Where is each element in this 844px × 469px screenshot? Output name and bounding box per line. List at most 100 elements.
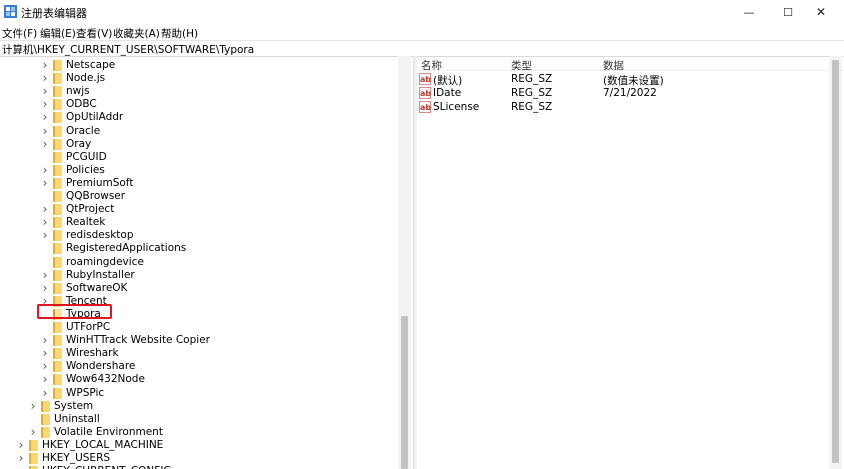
tree-node[interactable]: › WPSPic (0, 387, 398, 400)
values-scrollbar[interactable] (829, 56, 842, 469)
menu-favorites[interactable]: 收藏夹(A) (113, 26, 160, 41)
tree-node[interactable]: › Realtek (0, 216, 398, 229)
tree-node[interactable]: QQBrowser (0, 190, 398, 203)
folder-icon (53, 374, 62, 386)
tree-node[interactable]: › redisdesktop (0, 229, 398, 242)
chevron-right-icon[interactable]: › (40, 387, 50, 399)
chevron-right-icon[interactable]: › (40, 203, 50, 215)
folder-icon (53, 164, 62, 176)
value-type: REG_SZ (511, 87, 553, 99)
tree-node-label: Oray (66, 137, 92, 150)
menu-view[interactable]: 查看(V) (76, 26, 112, 41)
values-scrollbar-thumb[interactable] (832, 60, 839, 463)
tree-node-label: Oracle (66, 124, 101, 137)
value-row[interactable]: ab (默认) REG_SZ (数值未设置) (419, 73, 839, 87)
chevron-right-icon[interactable]: › (40, 111, 50, 123)
folder-icon (53, 361, 62, 373)
menu-edit[interactable]: 编辑(E) (40, 26, 76, 41)
tree-node-label: Uninstall (54, 412, 100, 425)
tree-node-label: Volatile Environment (54, 425, 163, 438)
tree-node[interactable]: › Wow6432Node (0, 373, 398, 386)
chevron-right-icon[interactable]: › (40, 282, 50, 294)
tree-node[interactable]: PCGUID (0, 151, 398, 164)
tree-node-label: OpUtilAddr (66, 111, 124, 124)
tree-node[interactable]: UTForPC (0, 321, 398, 334)
tree-node[interactable]: › SoftwareOK (0, 282, 398, 295)
tree-node[interactable]: › QtProject (0, 203, 398, 216)
chevron-right-icon[interactable]: › (40, 373, 50, 385)
chevron-right-icon[interactable]: › (40, 98, 50, 110)
value-row[interactable]: ab IDate REG_SZ 7/21/2022 (419, 87, 839, 100)
tree-node[interactable]: › Node.js (0, 72, 398, 85)
close-button[interactable]: ✕ (798, 0, 844, 24)
chevron-right-icon[interactable]: › (40, 59, 50, 71)
chevron-right-icon[interactable]: › (40, 229, 50, 241)
tree-node[interactable]: › Volatile Environment (0, 426, 398, 439)
chevron-right-icon[interactable]: › (40, 164, 50, 176)
chevron-right-icon[interactable]: › (16, 465, 26, 469)
chevron-right-icon[interactable]: › (16, 439, 26, 451)
tree-node[interactable]: RegisteredApplications (0, 242, 398, 255)
tree-node-label: Wow6432Node (66, 373, 145, 386)
chevron-right-icon[interactable]: › (40, 177, 50, 189)
tree-node[interactable]: › HKEY_CURRENT_CONFIG (0, 465, 398, 469)
value-type: REG_SZ (511, 101, 553, 113)
tree-node-label: RubyInstaller (66, 268, 135, 281)
tree-scrollbar-thumb[interactable] (401, 316, 408, 469)
chevron-right-icon[interactable]: › (40, 138, 50, 150)
menu-file[interactable]: 文件(F) (2, 26, 37, 41)
tree-node[interactable]: › RubyInstaller (0, 269, 398, 282)
string-value-icon: ab (419, 73, 432, 85)
menu-help[interactable]: 帮助(H) (161, 26, 198, 41)
tree-node[interactable]: › ODBC (0, 98, 398, 111)
tree-node-label: WinHTTrack Website Copier (66, 334, 210, 347)
close-icon: ✕ (815, 5, 827, 19)
tree-node-label: Wireshark (66, 347, 119, 360)
tree-node-label: HKEY_LOCAL_MACHINE (42, 438, 164, 451)
folder-icon (41, 426, 50, 438)
chevron-right-icon[interactable]: › (40, 360, 50, 372)
chevron-right-icon[interactable]: › (40, 72, 50, 84)
tree-node[interactable]: › HKEY_USERS (0, 452, 398, 465)
tree-node[interactable]: › HKEY_LOCAL_MACHINE (0, 439, 398, 452)
tree-node-label: Realtek (66, 216, 106, 229)
folder-icon (53, 125, 62, 137)
chevron-right-icon[interactable]: › (40, 216, 50, 228)
folder-icon (41, 400, 50, 412)
folder-icon (53, 151, 62, 163)
tree-node-label: Netscape (66, 59, 116, 71)
tree-node[interactable]: › Oray (0, 138, 398, 151)
folder-icon (53, 73, 62, 85)
tree-node[interactable]: roamingdevice (0, 256, 398, 269)
tree-node-label: RegisteredApplications (66, 242, 187, 255)
value-row[interactable]: ab SLicense REG_SZ (419, 101, 839, 114)
folder-icon (29, 439, 38, 451)
tree-node[interactable]: › WinHTTrack Website Copier (0, 334, 398, 347)
tree-node[interactable]: › nwjs (0, 85, 398, 98)
chevron-right-icon[interactable]: › (40, 269, 50, 281)
tree-scrollbar[interactable] (398, 56, 411, 469)
folder-icon (53, 138, 62, 150)
tree-node[interactable]: › Policies (0, 164, 398, 177)
tree-node[interactable]: › Netscape (0, 59, 398, 72)
chevron-right-icon[interactable]: › (40, 125, 50, 137)
chevron-right-icon[interactable]: › (16, 452, 26, 464)
tree-node[interactable]: › Wireshark (0, 347, 398, 360)
tree-node[interactable]: › Wondershare (0, 360, 398, 373)
tree-node[interactable]: › Oracle (0, 125, 398, 138)
chevron-right-icon[interactable]: › (28, 426, 38, 438)
tree-node[interactable]: Uninstall (0, 413, 398, 426)
tree-node[interactable]: › OpUtilAddr (0, 111, 398, 124)
window-title: 注册表编辑器 (21, 7, 87, 20)
tree-node-label: Policies (66, 163, 105, 176)
chevron-right-icon[interactable]: › (40, 85, 50, 97)
selection-highlight (37, 304, 112, 319)
tree-node[interactable]: › System (0, 400, 398, 413)
chevron-right-icon[interactable]: › (28, 400, 38, 412)
tree-node-label: QQBrowser (66, 190, 126, 202)
address-path[interactable]: 计算机\HKEY_CURRENT_USER\SOFTWARE\Typora (2, 42, 254, 57)
address-bar[interactable]: 计算机\HKEY_CURRENT_USER\SOFTWARE\Typora (0, 40, 844, 57)
chevron-right-icon[interactable]: › (40, 347, 50, 359)
chevron-right-icon[interactable]: › (40, 334, 50, 346)
tree-node[interactable]: › PremiumSoft (0, 177, 398, 190)
